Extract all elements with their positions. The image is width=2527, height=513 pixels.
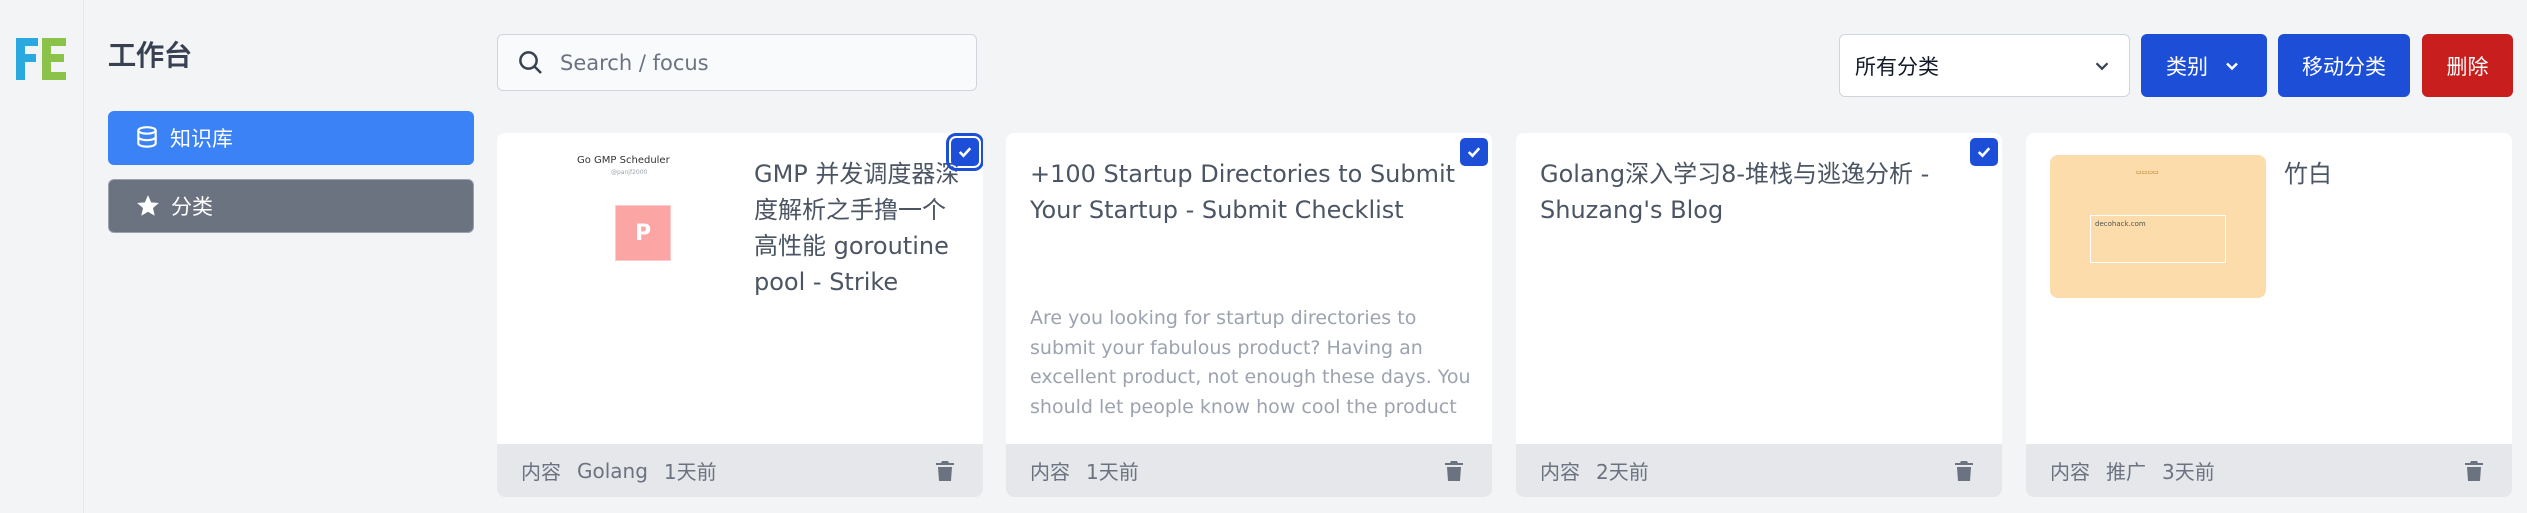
card-meta-category: Golang — [577, 458, 648, 483]
delete-button[interactable]: 删除 — [2422, 34, 2513, 97]
left-rail — [0, 0, 84, 513]
check-icon — [958, 147, 972, 158]
card-title[interactable]: +100 Startup Directories to Submit Your … — [1030, 156, 1480, 228]
content-card[interactable]: ▭▭▭▭ decohack.com 竹白 内容 推广 3天前 — [2026, 133, 2512, 497]
card-meta-time: 2天前 — [1596, 460, 1649, 484]
search-icon — [519, 50, 542, 74]
card-meta-time: 1天前 — [663, 460, 717, 484]
card-meta-type: 内容 — [2050, 460, 2090, 484]
type-dropdown-button[interactable]: 类别 — [2141, 34, 2267, 97]
content-card[interactable]: Go GMP Scheduler @panjf2000 P GMP 并发调度器深… — [497, 133, 983, 497]
card-meta-time: 3天前 — [2162, 460, 2215, 484]
thumbnail-decoration: ▭▭▭▭ — [2136, 169, 2159, 176]
card-checkbox[interactable] — [1970, 138, 1998, 166]
chevron-down-icon — [2095, 62, 2109, 71]
trash-icon[interactable] — [1442, 459, 1466, 483]
sidebar-item-label: 分类 — [171, 195, 213, 219]
card-title[interactable]: GMP 并发调度器深度解析之手撸一个高性能 goroutine pool - S… — [754, 156, 969, 300]
card-meta-time: 1天前 — [1086, 460, 1139, 484]
card-title[interactable]: Golang深入学习8-堆栈与逃逸分析 - Shuzang's Blog — [1540, 156, 1980, 228]
search-box[interactable] — [497, 34, 977, 91]
card-meta-type: 内容 — [521, 460, 561, 484]
card-meta-type: 内容 — [1030, 460, 1070, 484]
move-button-label: 移动分类 — [2302, 54, 2386, 79]
sidebar: 工作台 知识库 分类 — [84, 0, 484, 513]
delete-button-label: 删除 — [2446, 54, 2489, 79]
trash-icon[interactable] — [1952, 459, 1976, 483]
sidebar-item-knowledge-base[interactable]: 知识库 — [108, 111, 474, 165]
card-meta-type: 内容 — [1540, 460, 1580, 484]
card-meta-category: 推广 — [2106, 460, 2146, 484]
type-button-label: 类别 — [2166, 54, 2208, 79]
star-icon — [137, 195, 159, 216]
trash-icon[interactable] — [2462, 459, 2486, 483]
card-checkbox[interactable] — [1460, 138, 1488, 166]
thumbnail-box: decohack.com — [2090, 215, 2226, 263]
thumbnail-title: Go GMP Scheduler — [577, 155, 670, 166]
thumbnail-subtitle: @panjf2000 — [611, 169, 648, 176]
card-footer: 内容 推广 3天前 — [2026, 444, 2512, 497]
card-footer: 内容 1天前 — [1006, 444, 1492, 497]
card-description: Are you looking for startup directories … — [1030, 307, 1471, 418]
category-select-value: 所有分类 — [1855, 54, 1939, 79]
category-select[interactable]: 所有分类 — [1839, 34, 2130, 97]
check-icon — [1977, 147, 1991, 158]
content-card[interactable]: +100 Startup Directories to Submit Your … — [1006, 133, 1492, 497]
sidebar-item-category[interactable]: 分类 — [108, 179, 474, 233]
card-thumbnail: Go GMP Scheduler @panjf2000 P — [519, 155, 739, 325]
search-input[interactable] — [560, 50, 940, 75]
database-icon — [137, 126, 157, 148]
sidebar-title: 工作台 — [108, 39, 193, 72]
content-card[interactable]: Golang深入学习8-堆栈与逃逸分析 - Shuzang's Blog 内容 … — [1516, 133, 2002, 497]
chevron-down-icon — [2226, 62, 2238, 70]
thumbnail-tile: P — [615, 205, 671, 261]
sidebar-item-label: 知识库 — [170, 127, 233, 151]
trash-icon[interactable] — [933, 459, 957, 483]
thumbnail-box-text: decohack.com — [2095, 220, 2146, 228]
card-title[interactable]: 竹白 — [2284, 156, 2494, 192]
move-category-button[interactable]: 移动分类 — [2278, 34, 2410, 97]
card-footer: 内容 2天前 — [1516, 444, 2002, 497]
card-thumbnail: ▭▭▭▭ decohack.com — [2050, 155, 2266, 298]
app-logo[interactable] — [12, 32, 70, 88]
card-footer: 内容 Golang 1天前 — [497, 444, 983, 497]
check-icon — [1467, 147, 1481, 158]
card-checkbox[interactable] — [946, 133, 983, 171]
